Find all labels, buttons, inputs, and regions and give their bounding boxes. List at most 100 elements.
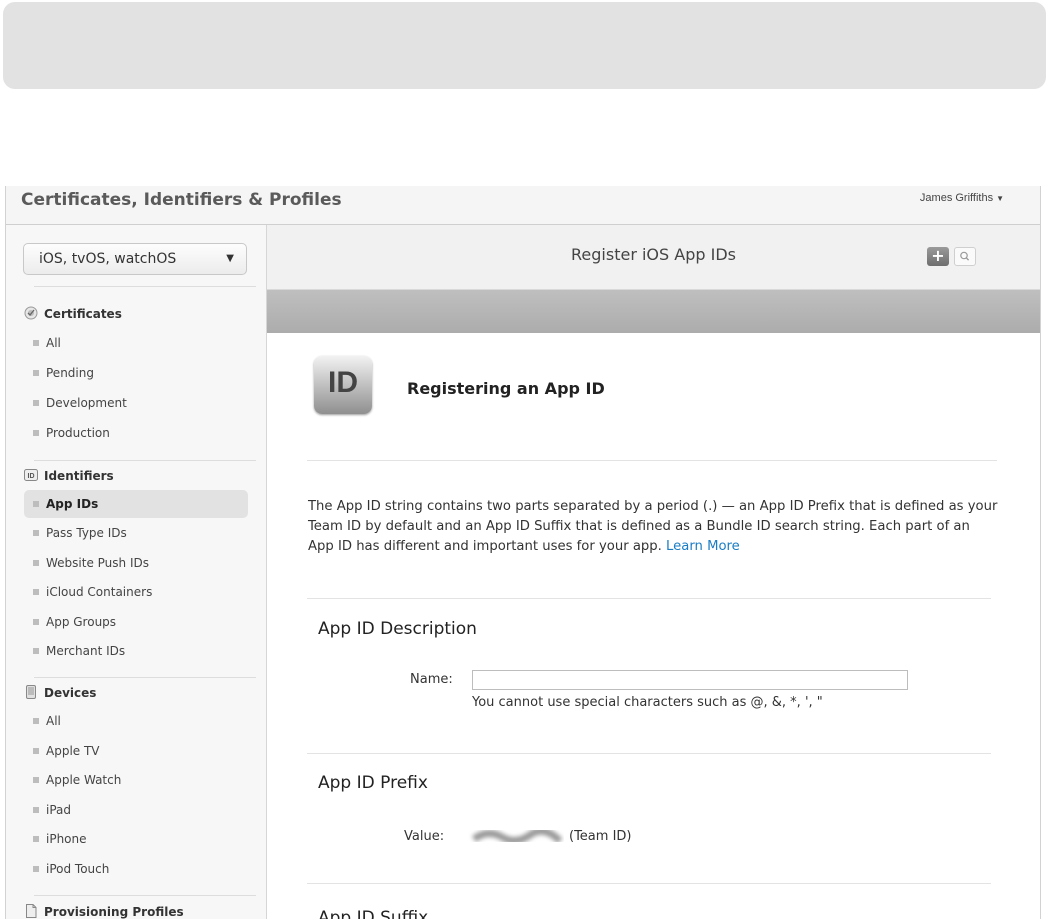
certificate-seal-icon: [24, 306, 38, 320]
sidebar-item-apple-tv[interactable]: Apple TV: [24, 737, 248, 765]
intro-paragraph: The App ID string contains two parts sep…: [308, 497, 998, 557]
add-button[interactable]: +: [927, 247, 949, 266]
app-id-prefix-heading: App ID Prefix: [318, 773, 428, 793]
bullet: [33, 400, 39, 406]
bullet: [33, 619, 39, 625]
learn-more-link[interactable]: Learn More: [666, 539, 740, 554]
name-input[interactable]: [472, 670, 908, 690]
bullet: [33, 866, 39, 872]
item-label[interactable]: Production: [46, 426, 110, 440]
main-header: Register iOS App IDs +: [267, 225, 1040, 290]
header-bar: [267, 290, 1040, 333]
item-label[interactable]: App Groups: [46, 615, 116, 629]
item-label[interactable]: All: [46, 714, 61, 728]
section-identifiers[interactable]: ID Identifiers: [24, 468, 114, 488]
bullet: [33, 560, 39, 566]
divider: [307, 883, 991, 884]
section-label[interactable]: Certificates: [44, 307, 122, 321]
sidebar: iOS, tvOS, watchOS ▼ Certificates All Pe…: [6, 225, 267, 919]
platform-label[interactable]: iOS, tvOS, watchOS: [39, 251, 176, 267]
app-id-icon: ID: [314, 356, 372, 414]
sidebar-item-icloud-containers[interactable]: iCloud Containers: [24, 578, 248, 606]
sidebar-item-pass-type-ids[interactable]: Pass Type IDs: [24, 519, 248, 547]
sidebar-item-certificates-all[interactable]: All: [24, 329, 248, 357]
divider: [307, 460, 997, 461]
search-icon: [960, 251, 970, 261]
sidebar-item-app-groups[interactable]: App Groups: [24, 608, 248, 636]
section-label[interactable]: Identifiers: [44, 469, 114, 483]
sidebar-item-ipad[interactable]: iPad: [24, 796, 248, 824]
bullet: [33, 648, 39, 654]
section-provisioning-profiles[interactable]: Provisioning Profiles: [24, 904, 184, 919]
item-label[interactable]: Merchant IDs: [46, 644, 125, 658]
section-divider: [34, 895, 256, 896]
bullet: [33, 718, 39, 724]
caret-down-icon[interactable]: ▼: [996, 194, 1004, 203]
section-divider: [34, 677, 256, 678]
portal-header: Certificates, Identifiers & Profiles Jam…: [6, 186, 1040, 225]
app-id-suffix-heading: App ID Suffix: [318, 908, 429, 919]
content-area: ID Registering an App ID The App ID stri…: [267, 333, 1040, 919]
sidebar-item-website-push-ids[interactable]: Website Push IDs: [24, 549, 248, 577]
item-label[interactable]: App IDs: [46, 497, 98, 511]
blurred-team-id: [471, 827, 563, 844]
divider: [307, 598, 991, 599]
item-label[interactable]: iCloud Containers: [46, 585, 152, 599]
bullet: [33, 370, 39, 376]
bullet: [33, 589, 39, 595]
bullet: [33, 340, 39, 346]
section-label[interactable]: Provisioning Profiles: [44, 905, 184, 919]
sidebar-item-development[interactable]: Development: [24, 389, 248, 417]
sidebar-item-ipod-touch[interactable]: iPod Touch: [24, 855, 248, 883]
bullet: [33, 430, 39, 436]
item-label[interactable]: iPad: [46, 803, 71, 817]
sidebar-item-merchant-ids[interactable]: Merchant IDs: [24, 637, 248, 665]
sidebar-item-devices-all[interactable]: All: [24, 707, 248, 735]
device-icon: [24, 685, 38, 699]
developer-portal-window: Certificates, Identifiers & Profiles Jam…: [5, 186, 1041, 919]
registering-title: Registering an App ID: [407, 379, 605, 398]
section-certificates[interactable]: Certificates: [24, 306, 122, 326]
bullet: [33, 836, 39, 842]
item-label[interactable]: Apple TV: [46, 744, 100, 758]
section-divider: [34, 460, 256, 461]
sidebar-item-production[interactable]: Production: [24, 419, 248, 447]
main-title: Register iOS App IDs: [571, 245, 736, 264]
bullet: [33, 530, 39, 536]
bullet: [33, 777, 39, 783]
item-label[interactable]: iPhone: [46, 832, 87, 846]
team-id-label: (Team ID): [569, 829, 632, 844]
user-name[interactable]: James Griffiths: [920, 192, 993, 204]
intro-text: The App ID string contains two parts sep…: [308, 499, 998, 554]
item-label[interactable]: Pass Type IDs: [46, 526, 127, 540]
sidebar-item-app-ids[interactable]: App IDs: [24, 490, 248, 518]
item-label[interactable]: All: [46, 336, 61, 350]
page-title: Certificates, Identifiers & Profiles: [21, 190, 342, 210]
user-menu[interactable]: James Griffiths ▼: [920, 192, 1004, 204]
platform-dropdown[interactable]: iOS, tvOS, watchOS ▼: [23, 243, 247, 275]
sidebar-item-pending[interactable]: Pending: [24, 359, 248, 387]
name-label: Name:: [410, 672, 453, 687]
main-panel: Register iOS App IDs + ID Registering an…: [267, 225, 1040, 919]
divider: [307, 753, 991, 754]
item-label[interactable]: Development: [46, 396, 127, 410]
item-label[interactable]: Apple Watch: [46, 773, 121, 787]
bullet: [33, 748, 39, 754]
svg-text:ID: ID: [28, 473, 35, 480]
browser-top-bar: [3, 2, 1046, 89]
item-label[interactable]: iPod Touch: [46, 862, 109, 876]
sidebar-item-apple-watch[interactable]: Apple Watch: [24, 766, 248, 794]
item-label[interactable]: Pending: [46, 366, 94, 380]
item-label[interactable]: Website Push IDs: [46, 556, 149, 570]
name-hint: You cannot use special characters such a…: [472, 695, 823, 710]
document-icon: [24, 904, 38, 918]
section-divider: [34, 286, 256, 287]
bullet: [33, 501, 39, 507]
sidebar-item-iphone[interactable]: iPhone: [24, 825, 248, 853]
section-label[interactable]: Devices: [44, 686, 96, 700]
section-devices[interactable]: Devices: [24, 685, 96, 705]
value-label: Value:: [404, 829, 445, 844]
caret-down-icon[interactable]: ▼: [226, 253, 234, 264]
search-button[interactable]: [954, 247, 976, 266]
icon-text: ID: [328, 366, 358, 399]
